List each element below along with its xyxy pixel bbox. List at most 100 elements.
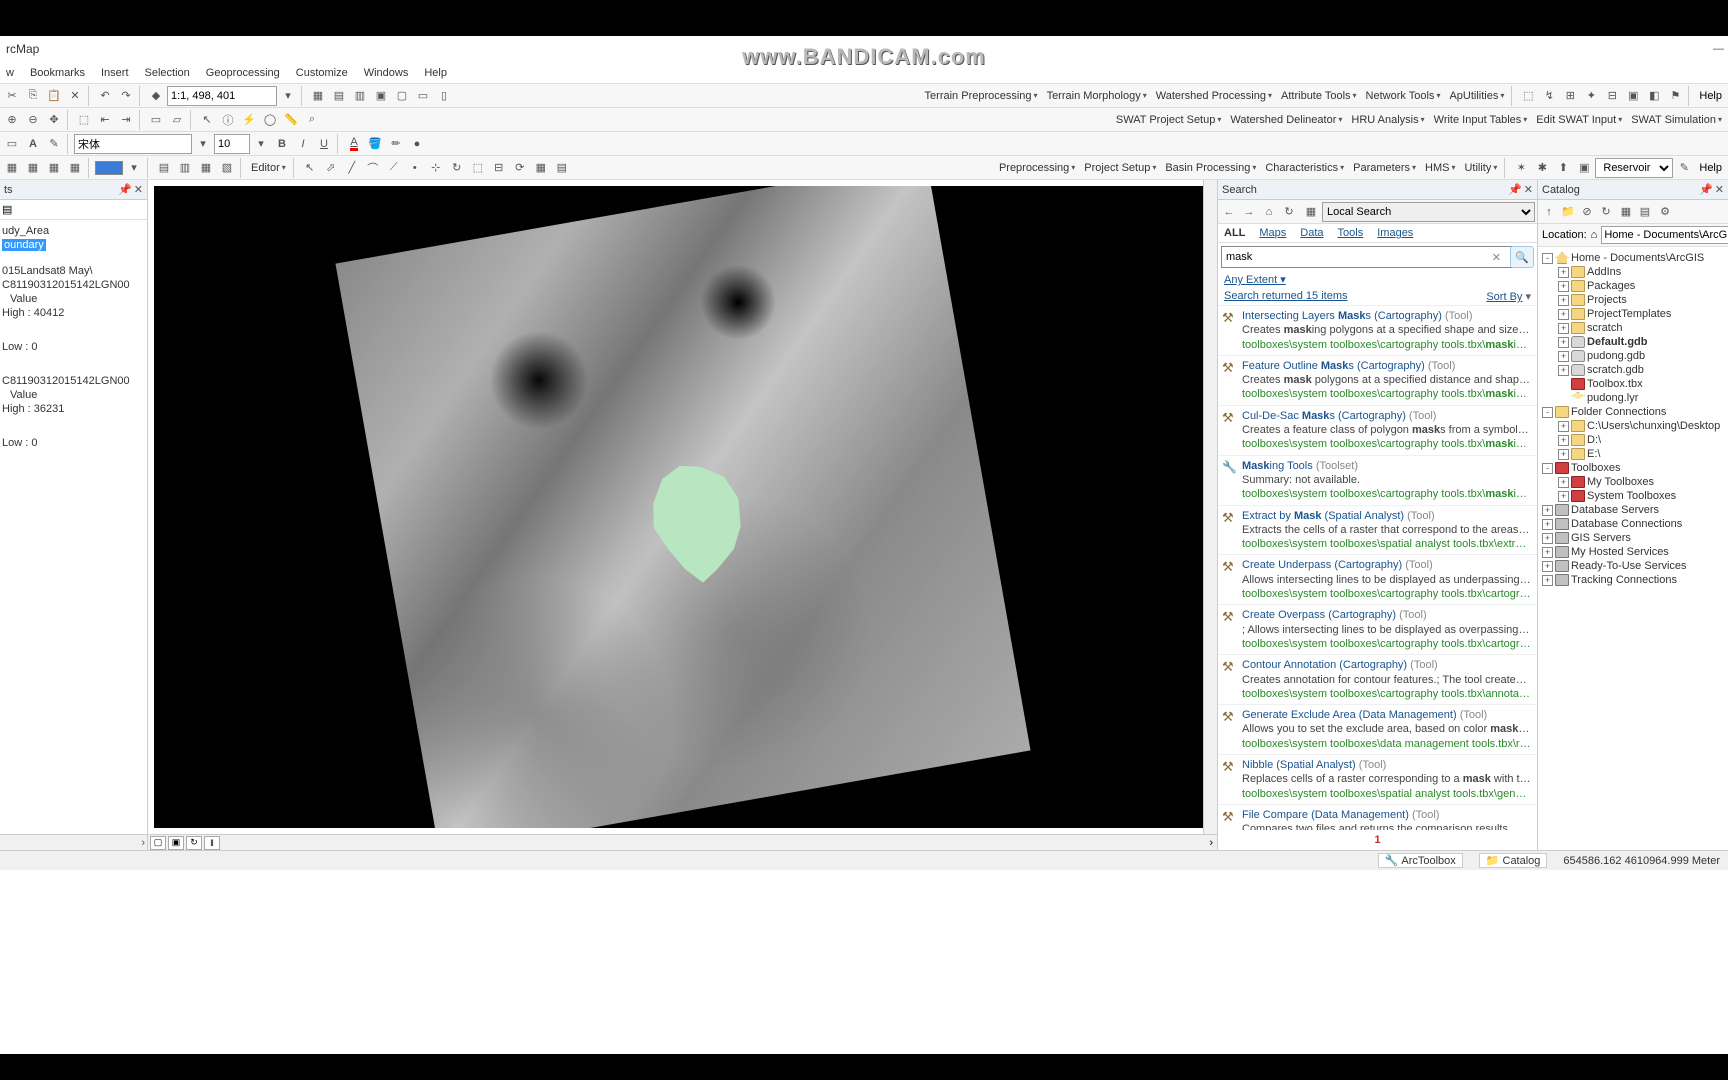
ext-tool-icon-7[interactable]: ◧ — [1644, 86, 1664, 106]
preprocessing-menu[interactable]: Preprocessing — [995, 162, 1079, 174]
hms-tool-2-icon[interactable]: ✱ — [1532, 158, 1552, 178]
tree-expand-icon[interactable]: + — [1558, 323, 1569, 334]
result-title[interactable]: Cul-De-Sac Masks (Cartography) — [1242, 410, 1406, 422]
menu-selection[interactable]: Selection — [145, 67, 190, 79]
tree-expand-icon[interactable]: + — [1558, 365, 1569, 376]
refresh-view-icon[interactable]: ↻ — [186, 836, 202, 850]
catalog-tree[interactable]: -Home - Documents\ArcGIS+AddIns+Packages… — [1538, 247, 1728, 850]
result-title[interactable]: Feature Outline Masks (Cartography) — [1242, 360, 1425, 372]
catalog-pin-icon[interactable]: 📌 — [1699, 183, 1713, 196]
tree-expand-icon[interactable]: + — [1558, 295, 1569, 306]
list-by-drawing-order-icon[interactable]: ▤ — [2, 203, 12, 216]
result-path[interactable]: toolboxes\system toolboxes\cartography t… — [1242, 338, 1531, 352]
effects-3-icon[interactable]: ▦ — [44, 158, 64, 178]
search-refresh-icon[interactable]: ↻ — [1280, 203, 1298, 221]
parameters-menu[interactable]: Parameters — [1349, 162, 1420, 174]
result-title[interactable]: Create Overpass (Cartography) — [1242, 609, 1396, 621]
underline-icon[interactable]: U — [314, 134, 334, 154]
font-select[interactable] — [74, 134, 192, 154]
font-size-select[interactable] — [214, 134, 250, 154]
redo-icon[interactable]: ↷ — [116, 86, 136, 106]
modelbuilder-icon[interactable]: ▯ — [434, 86, 454, 106]
search-tab-data[interactable]: Data — [1300, 227, 1323, 239]
catalog-icon[interactable]: ▥ — [350, 86, 370, 106]
catalog-tree-node[interactable]: +D:\ — [1540, 433, 1726, 447]
search-result[interactable]: File Compare (Data Management) (Tool)Com… — [1218, 805, 1537, 830]
python-icon[interactable]: ▭ — [413, 86, 433, 106]
trace-icon[interactable]: ⟋ — [384, 158, 404, 178]
catalog-tree-node[interactable]: +E:\ — [1540, 447, 1726, 461]
menu-bookmarks[interactable]: Bookmarks — [30, 67, 85, 79]
tree-expand-icon[interactable]: + — [1558, 267, 1569, 278]
menu-insert[interactable]: Insert — [101, 67, 129, 79]
hyperlink-icon[interactable]: ⚡ — [239, 110, 259, 130]
catalog-tree-node[interactable]: +Database Connections — [1540, 517, 1726, 531]
measure-icon[interactable]: 📏 — [281, 110, 301, 130]
tree-expand-icon[interactable]: + — [1558, 435, 1569, 446]
toc-selected-layer[interactable]: oundary — [2, 239, 46, 251]
search-input[interactable] — [1221, 246, 1513, 268]
search-tab-images[interactable]: Images — [1377, 227, 1413, 239]
editor-menu[interactable]: Editor — [247, 162, 290, 174]
map-canvas[interactable] — [154, 186, 1211, 828]
catalog-tree-node[interactable]: +System Toolboxes — [1540, 489, 1726, 503]
ext-tool-icon-1[interactable]: ⬚ — [1518, 86, 1538, 106]
prev-extent-icon[interactable]: ⇤ — [95, 110, 115, 130]
select-features-icon[interactable]: ▭ — [146, 110, 166, 130]
cat-disconnect-icon[interactable]: ⊘ — [1578, 203, 1596, 221]
swat-simulation-menu[interactable]: SWAT Simulation — [1627, 114, 1726, 126]
reshape-icon[interactable]: ↻ — [447, 158, 467, 178]
tree-expand-icon[interactable]: - — [1542, 407, 1553, 418]
clear-selection-icon[interactable]: ▱ — [167, 110, 187, 130]
edit-vertices-icon[interactable]: ✎ — [44, 134, 64, 154]
search-close-icon[interactable]: ✕ — [1524, 183, 1533, 196]
search-result[interactable]: Contour Annotation (Cartography) (Tool)C… — [1218, 655, 1537, 705]
tree-expand-icon[interactable]: + — [1542, 533, 1553, 544]
search-any-extent[interactable]: Any Extent ▾ — [1218, 271, 1537, 288]
font-dropdown-icon[interactable]: ▾ — [193, 134, 213, 154]
catalog-tree-node[interactable]: -Folder Connections — [1540, 405, 1726, 419]
search-pin-icon[interactable]: 📌 — [1508, 183, 1522, 196]
line-color-icon[interactable]: ✏ — [386, 134, 406, 154]
search-result[interactable]: Feature Outline Masks (Cartography) (Too… — [1218, 356, 1537, 406]
cat-options-icon[interactable]: ⚙ — [1656, 203, 1674, 221]
ext-tool-icon-3[interactable]: ⊞ — [1560, 86, 1580, 106]
search-sortby[interactable]: Sort By — [1486, 291, 1522, 303]
fill-color-icon[interactable]: 🪣 — [365, 134, 385, 154]
layout-view-tab[interactable]: ▣ — [168, 836, 184, 850]
catalog-tree-node[interactable]: +Tracking Connections — [1540, 573, 1726, 587]
result-path[interactable]: toolboxes\system toolboxes\cartography t… — [1242, 387, 1531, 401]
result-path[interactable]: toolboxes\system toolboxes\cartography t… — [1242, 437, 1531, 451]
write-input-tables-menu[interactable]: Write Input Tables — [1430, 114, 1532, 126]
toc-close-icon[interactable]: ✕ — [134, 183, 143, 196]
catalog-tree-node[interactable]: +GIS Servers — [1540, 531, 1726, 545]
search-result[interactable]: Create Underpass (Cartography) (Tool)All… — [1218, 555, 1537, 605]
find-icon[interactable]: ⌕ — [302, 110, 322, 130]
copy-icon[interactable]: ⎘ — [23, 86, 43, 106]
result-title[interactable]: Masking Tools — [1242, 460, 1313, 472]
tree-expand-icon[interactable]: + — [1542, 547, 1553, 558]
scale-input[interactable] — [167, 86, 277, 106]
search-index-icon[interactable]: ▦ — [1302, 203, 1320, 221]
edit-annotation-icon[interactable]: ⬀ — [321, 158, 341, 178]
result-title[interactable]: Extract by Mask (Spatial Analyst) — [1242, 510, 1404, 522]
search-tab-maps[interactable]: Maps — [1259, 227, 1286, 239]
effects-4-icon[interactable]: ▦ — [65, 158, 85, 178]
hms-tool-3-icon[interactable]: ⬆ — [1553, 158, 1573, 178]
toc-raster1-file[interactable]: C81190312015142LGN00 — [2, 278, 145, 292]
cat-toggle-1-icon[interactable]: ▦ — [1617, 203, 1635, 221]
bold-icon[interactable]: B — [272, 134, 292, 154]
search-result[interactable]: Create Overpass (Cartography) (Tool); Al… — [1218, 605, 1537, 655]
result-title[interactable]: Generate Exclude Area (Data Management) — [1242, 709, 1457, 721]
search-result[interactable]: Extract by Mask (Spatial Analyst) (Tool)… — [1218, 506, 1537, 556]
marker-color-icon[interactable]: ● — [407, 134, 427, 154]
tree-expand-icon[interactable]: + — [1542, 561, 1553, 572]
catalog-tree-node[interactable]: +AddIns — [1540, 265, 1726, 279]
search-returned-link[interactable]: Search returned 15 items — [1224, 290, 1348, 303]
search-result[interactable]: Masking Tools (Toolset)Summary: not avai… — [1218, 456, 1537, 506]
tree-expand-icon[interactable]: + — [1542, 519, 1553, 530]
draw-rectangle-icon[interactable]: ▭ — [2, 134, 22, 154]
toc-tree[interactable]: udy_Area oundary 015Landsat8 May\ C81190… — [0, 220, 147, 834]
result-path[interactable]: toolboxes\system toolboxes\cartography t… — [1242, 637, 1531, 651]
arctoolbox-icon[interactable]: ▢ — [392, 86, 412, 106]
